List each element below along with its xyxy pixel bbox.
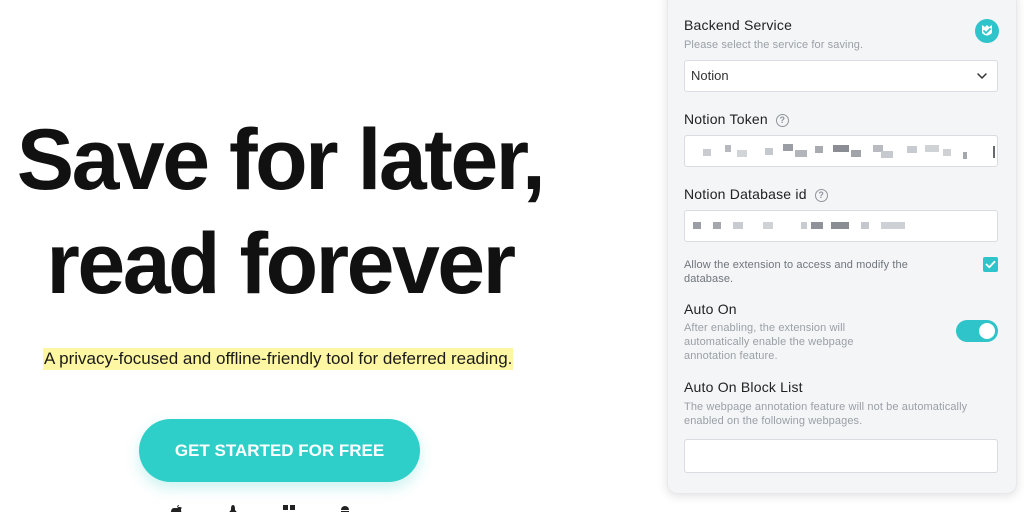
apple-icon[interactable]	[170, 504, 186, 512]
obscured-pixel	[703, 149, 711, 156]
obscured-pixel	[765, 148, 773, 155]
notion-token-label-text: Notion Token	[684, 111, 768, 127]
android-icon[interactable]	[338, 504, 354, 512]
backend-service-description: Please select the service for saving.	[684, 39, 864, 51]
hero-title-line-2: read forever	[46, 216, 516, 312]
toggle-knob	[979, 323, 995, 339]
check-icon	[985, 260, 996, 269]
auto-on-block-list-description: The webpage annotation feature will not …	[684, 401, 968, 427]
obscured-pixel	[881, 151, 893, 158]
obscured-pixel	[925, 145, 939, 152]
notion-token-label: Notion Token?	[684, 111, 789, 127]
auto-on-toggle[interactable]	[956, 320, 998, 342]
obscured-pixel	[713, 222, 721, 229]
help-icon[interactable]: ?	[814, 189, 828, 202]
obscured-pixel	[737, 150, 747, 157]
obscured-pixel	[861, 222, 869, 229]
obscured-pixel	[943, 149, 951, 156]
obscured-pixel	[801, 222, 807, 229]
windows-icon[interactable]	[282, 504, 298, 512]
obscured-pixel	[881, 222, 905, 229]
allow-access-checkbox[interactable]	[983, 257, 998, 272]
help-icon[interactable]: ?	[775, 114, 789, 127]
obscured-pixel	[993, 146, 995, 158]
obscured-pixel	[733, 222, 743, 229]
hero-title-line-1: Save for later,	[16, 112, 546, 208]
allow-access-label: Allow the extension to access and modify…	[684, 259, 908, 285]
notion-token-input[interactable]	[684, 135, 998, 167]
get-started-button[interactable]: GET STARTED FOR FREE	[139, 419, 420, 482]
settings-panel: Backend Service Please select the servic…	[667, 0, 1017, 494]
obscured-pixel	[907, 146, 917, 153]
obscured-pixel	[783, 144, 793, 151]
backend-service-select[interactable]: Notion	[684, 60, 998, 92]
obscured-pixel	[815, 146, 823, 153]
backend-service-label: Backend Service	[684, 17, 793, 33]
backend-service-selected-value: Notion	[691, 68, 729, 83]
hero-title: Save for later, read forever	[0, 108, 560, 316]
tagline: A privacy-focused and offline-friendly t…	[43, 348, 514, 370]
obscured-pixel	[725, 145, 731, 152]
obscured-pixel	[831, 222, 849, 229]
obscured-pixel	[811, 222, 823, 229]
linux-icon[interactable]	[226, 504, 242, 512]
obscured-pixel	[963, 152, 967, 159]
obscured-pixel	[795, 150, 807, 157]
auto-on-description: After enabling, the extension will autom…	[684, 322, 854, 362]
extension-logo-icon[interactable]	[975, 19, 999, 43]
obscured-pixel	[833, 145, 849, 152]
chevron-down-icon	[977, 73, 987, 79]
obscured-pixel	[851, 150, 861, 157]
notion-database-label: Notion Database id?	[684, 186, 828, 202]
auto-on-label: Auto On	[684, 301, 737, 317]
obscured-pixel	[763, 222, 773, 229]
auto-on-block-list-label: Auto On Block List	[684, 379, 803, 395]
notion-database-label-text: Notion Database id	[684, 186, 807, 202]
obscured-pixel	[693, 222, 701, 229]
notion-database-input[interactable]	[684, 210, 998, 242]
page: Save for later, read forever A privacy-f…	[0, 0, 1024, 512]
platform-icons	[170, 504, 400, 512]
auto-on-block-list-input[interactable]	[684, 439, 998, 473]
